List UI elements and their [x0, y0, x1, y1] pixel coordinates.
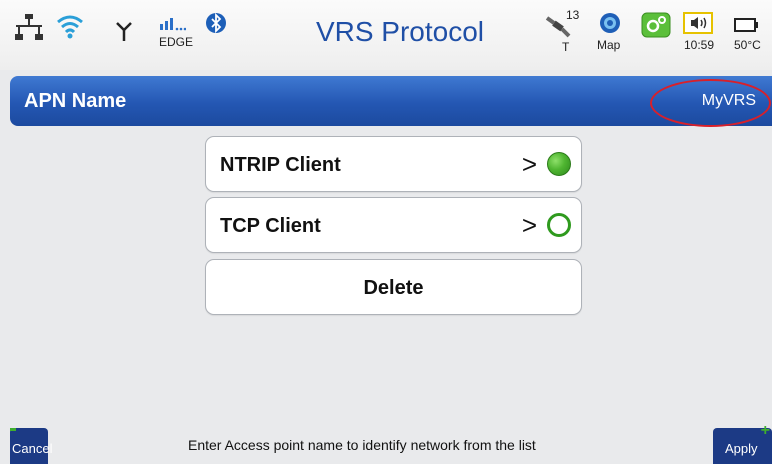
cancel-button[interactable]: Cancel	[10, 428, 52, 464]
unselected-status-icon	[547, 213, 571, 237]
map-label[interactable]: Map	[597, 38, 620, 52]
apply-button[interactable]: + Apply	[713, 422, 772, 464]
page-title: VRS Protocol	[315, 16, 485, 47]
wifi-icon	[56, 13, 84, 44]
satellite-label: T	[562, 40, 570, 54]
plus-icon: +	[760, 422, 770, 439]
list-item-label: TCP Client	[220, 215, 321, 237]
chevron-right-icon: >	[521, 210, 537, 240]
corner-indicator	[10, 428, 16, 431]
bluetooth-icon	[206, 12, 226, 39]
network-icon	[14, 14, 44, 47]
tcp-client-item[interactable]: TCP Client >	[205, 197, 582, 253]
hint-text: Enter Access point name to identify netw…	[188, 437, 536, 453]
ntrip-client-item[interactable]: NTRIP Client >	[205, 136, 582, 192]
battery-icon	[734, 18, 760, 37]
selected-status-icon	[547, 152, 571, 176]
speaker-icon[interactable]	[683, 12, 713, 39]
network-type-label: EDGE	[159, 35, 194, 49]
apply-button-label: Apply	[725, 441, 758, 456]
temperature-readout: 50°C	[734, 38, 761, 52]
delete-button[interactable]: Delete	[205, 259, 582, 315]
chevron-right-icon: >	[521, 149, 537, 179]
clock-time: 10:59	[684, 38, 715, 52]
cellular-signal-icon	[158, 15, 187, 36]
apn-name-label: APN Name	[24, 90, 127, 112]
delete-button-label: Delete	[363, 277, 424, 299]
highlight-circle	[650, 79, 771, 127]
settings-gear-icon[interactable]	[641, 12, 671, 43]
list-item-label: NTRIP Client	[220, 154, 341, 176]
antenna-icon	[116, 22, 132, 47]
cancel-button-label: Cancel	[12, 441, 53, 456]
satellite-count: 13	[566, 8, 580, 22]
status-bar: EDGE VRS Protocol 13 T Map 10:59 50°C	[0, 0, 772, 70]
map-icon[interactable]	[599, 12, 621, 39]
